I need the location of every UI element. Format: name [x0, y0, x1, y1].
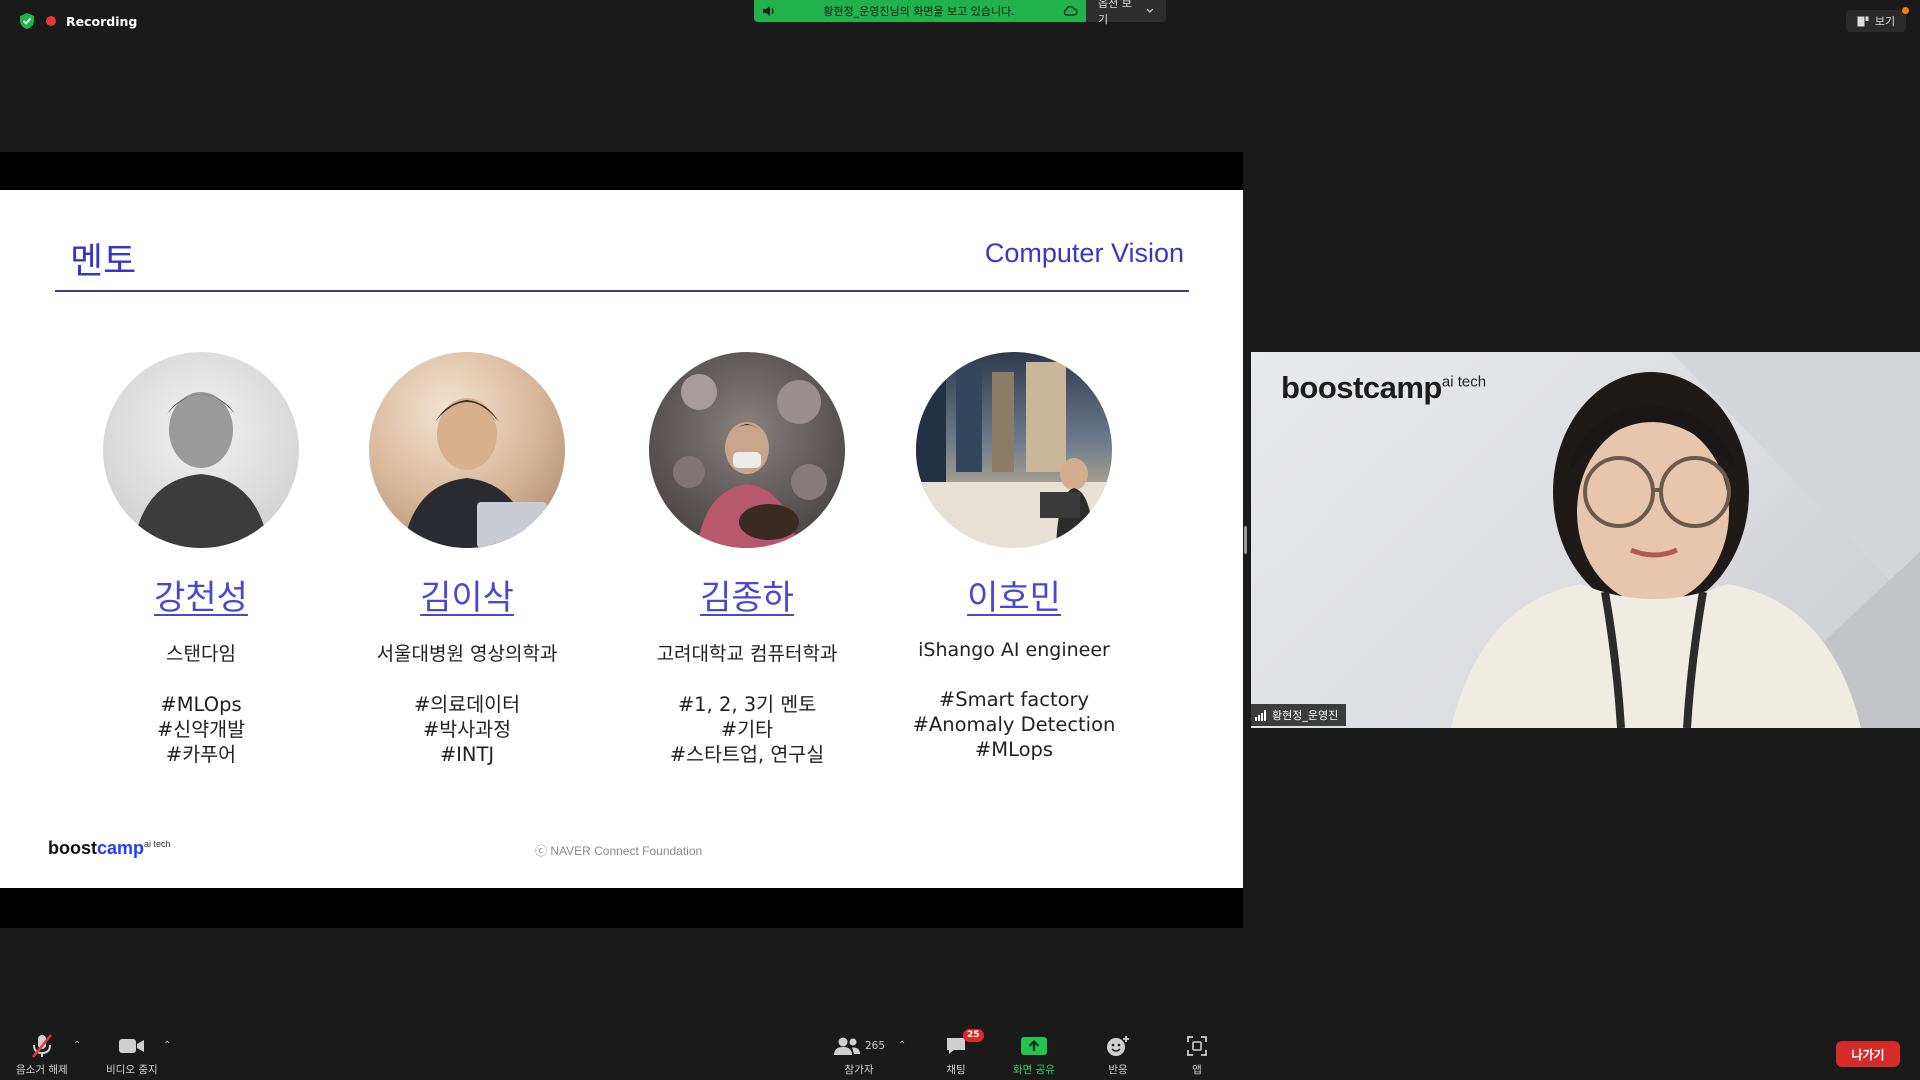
mentor-tags: #1, 2, 3기 멘토 #기타 #스타트업, 연구실 — [627, 692, 867, 767]
mentor-photo — [103, 352, 299, 548]
apps-icon — [1187, 1036, 1207, 1056]
logo-sup: ai tech — [144, 839, 171, 849]
participant-video-tile[interactable]: boostcampai tech 황현정_운영진 — [1251, 352, 1920, 728]
layout-icon — [1857, 16, 1869, 26]
mentor-tag: #Anomaly Detection — [912, 713, 1116, 736]
mentor-photo — [369, 352, 565, 548]
leave-meeting-button[interactable]: 나가기 — [1836, 1041, 1900, 1067]
cloud-icon[interactable] — [1062, 5, 1078, 17]
recording-label: Recording — [66, 13, 138, 29]
video-camera-icon — [118, 1039, 144, 1053]
share-screen-label: 화면 공유 — [1013, 1064, 1055, 1076]
chat-button[interactable]: 25 채팅 — [945, 1029, 984, 1077]
apps-label: 앱 — [1192, 1064, 1202, 1076]
participants-button[interactable]: 265 참가자 — [833, 1033, 885, 1077]
mentor-name[interactable]: 이호민 — [894, 570, 1134, 619]
video-boostcamp-logo: boostcampai tech — [1281, 370, 1486, 406]
share-status: 황현정_운영진님의 화면을 보고 있습니다. — [754, 0, 1086, 22]
panel-splitter-handle[interactable] — [1244, 526, 1247, 554]
mentor-card: 이호민 iShango AI engineer #Smart factory #… — [894, 352, 1134, 762]
participant-name: 황현정_운영진 — [1272, 709, 1339, 722]
view-button-label: 보기 — [1874, 15, 1896, 28]
mentor-photo — [916, 352, 1112, 548]
participants-label: 참가자 — [844, 1064, 874, 1076]
meeting-toolbar: 음소거 해제 ⌃ 비디오 중지 ⌃ 265 참가자 ⌃ 25 채팅 화면 공유 … — [0, 1027, 1920, 1080]
slide-footer: ⓒ NAVER Connect Foundation — [535, 844, 703, 858]
mentor-tags: #의료데이터 #박사과정 #INTJ — [347, 692, 587, 767]
audio-options-caret-icon[interactable]: ⌃ — [73, 1040, 81, 1051]
mentor-name[interactable]: 강천성 — [81, 570, 321, 619]
unmute-button[interactable]: 음소거 해제 — [16, 1033, 68, 1077]
mentor-tag: #INTJ — [439, 743, 495, 766]
stop-video-label: 비디오 중지 — [106, 1064, 158, 1076]
mentor-organization: 서울대병원 영상의학과 — [376, 643, 558, 665]
chat-label: 채팅 — [946, 1064, 966, 1076]
slide-divider — [55, 290, 1189, 292]
slide-title: 멘토 — [70, 241, 137, 282]
recording-dot-icon — [46, 16, 56, 26]
participants-icon — [834, 1037, 860, 1055]
mentor-tag: #스타트업, 연구실 — [669, 743, 825, 766]
view-button[interactable]: 보기 — [1846, 7, 1909, 32]
notification-dot-icon — [1902, 7, 1909, 14]
mentor-tag: #1, 2, 3기 멘토 — [677, 693, 817, 716]
mentor-photo — [649, 352, 845, 548]
share-message: 황현정_운영진님의 화면을 보고 있습니다. — [823, 5, 1015, 18]
mentor-tag: #의료데이터 — [413, 693, 521, 716]
share-screen-icon — [1020, 1037, 1047, 1055]
mentor-tag: #MLops — [974, 738, 1054, 761]
slide-subtitle: Computer Vision — [984, 238, 1184, 268]
mentor-tag: #기타 — [720, 718, 774, 741]
unmute-label: 음소거 해제 — [16, 1064, 68, 1076]
participants-count: 265 — [865, 1040, 886, 1052]
video-options-caret-icon[interactable]: ⌃ — [163, 1040, 171, 1051]
slide-boostcamp-logo: boostcampai tech — [48, 838, 171, 859]
participant-name-tag: 황현정_운영진 — [1251, 704, 1347, 726]
mentor-tag: #박사과정 — [422, 718, 512, 741]
participants-caret-icon[interactable]: ⌃ — [898, 1040, 906, 1051]
microphone-muted-icon — [31, 1034, 52, 1058]
logo-camp: camp — [97, 838, 145, 858]
reactions-label: 반응 — [1108, 1064, 1128, 1076]
chevron-down-icon — [1146, 8, 1154, 13]
screen-share-banner: 황현정_운영진님의 화면을 보고 있습니다. 옵션 보기 — [754, 0, 1166, 26]
mentor-card: 김이삭 서울대병원 영상의학과 #의료데이터 #박사과정 #INTJ — [347, 352, 587, 767]
leave-label: 나가기 — [1851, 1047, 1885, 1062]
apps-button[interactable]: 앱 — [1187, 1033, 1207, 1077]
shield-icon[interactable] — [18, 12, 36, 30]
zoom-meeting-window: Recording 황현정_운영진님의 화면을 보고 있습니다. 옵션 보기 보… — [0, 0, 1920, 1080]
share-screen-button[interactable]: 화면 공유 — [1013, 1033, 1055, 1077]
mentor-tags: #Smart factory #Anomaly Detection #MLops — [894, 687, 1134, 762]
video-logo-text: boostcamp — [1281, 370, 1442, 405]
signal-strength-icon — [1255, 709, 1266, 721]
video-logo-sup: ai tech — [1441, 373, 1487, 391]
speaker-icon — [763, 6, 774, 16]
reactions-button[interactable]: 반응 — [1106, 1033, 1130, 1077]
view-options-label: 옵션 보기 — [1098, 0, 1132, 26]
smiley-plus-icon — [1107, 1036, 1129, 1056]
shared-slide: 멘토 Computer Vision 강천성 스탠다임 #MLOps #신약개발… — [0, 190, 1243, 888]
mentor-organization: 고려대학교 컴퓨터학과 — [656, 643, 838, 665]
view-options-button[interactable]: 옵션 보기 — [1086, 0, 1166, 26]
chat-unread-badge: 25 — [963, 1029, 984, 1042]
mentor-card: 강천성 스탠다임 #MLOps #신약개발 #카푸어 — [81, 352, 321, 767]
mentor-tag: #카푸어 — [165, 743, 237, 766]
recording-status: Recording — [18, 12, 137, 30]
mentor-organization: 스탠다임 — [166, 643, 236, 665]
logo-boost: boost — [48, 838, 97, 858]
mentor-name[interactable]: 김이삭 — [347, 570, 587, 619]
mentor-tag: #Smart factory — [938, 688, 1090, 711]
mentor-organization: iShango AI engineer — [918, 639, 1110, 661]
mentor-card: 김종하 고려대학교 컴퓨터학과 #1, 2, 3기 멘토 #기타 #스타트업, … — [627, 352, 867, 767]
mentor-name[interactable]: 김종하 — [627, 570, 867, 619]
video-background — [1451, 352, 1920, 728]
mentor-tag: #MLOps — [160, 693, 242, 716]
mentor-tag: #신약개발 — [156, 718, 246, 741]
mentor-tags: #MLOps #신약개발 #카푸어 — [81, 692, 321, 767]
stop-video-button[interactable]: 비디오 중지 — [106, 1033, 158, 1077]
